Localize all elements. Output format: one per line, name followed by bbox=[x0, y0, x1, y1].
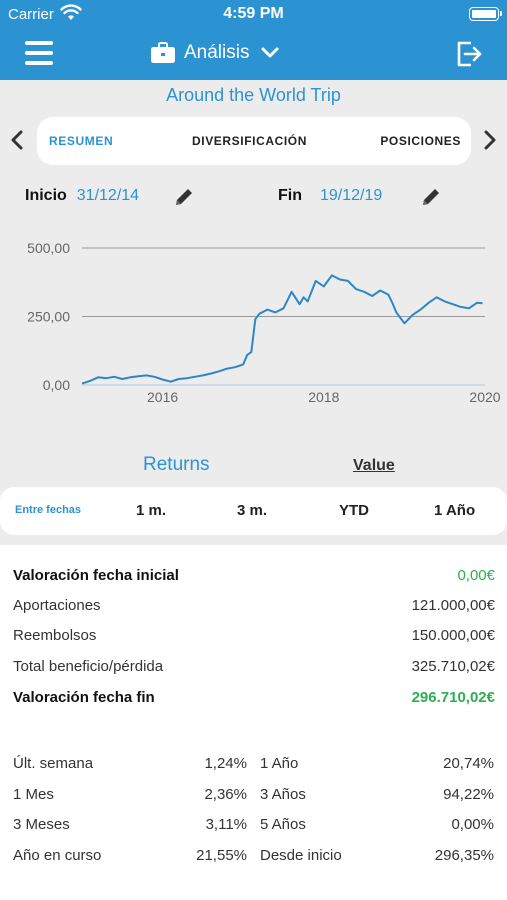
x-tick-label: 2020 bbox=[469, 389, 500, 405]
end-date: Fin 19/12/19 bbox=[278, 187, 382, 205]
tab-bar: RESUMEN DIVERSIFICACIÓN POSICIONES bbox=[37, 117, 471, 165]
return-value: 94,22% bbox=[443, 786, 494, 803]
period-entre-fechas[interactable]: Entre fechas bbox=[15, 504, 81, 516]
return-value: 2,36% bbox=[204, 786, 247, 803]
summary-value: 121.000,00€ bbox=[411, 597, 495, 614]
period-1-ano[interactable]: 1 Año bbox=[434, 502, 475, 519]
y-tick-label: 0,00 bbox=[43, 377, 70, 393]
return-label: Año en curso bbox=[13, 847, 102, 864]
summary-row: Reembolsos 150.000,00€ bbox=[13, 627, 495, 651]
return-value: 0,00% bbox=[451, 816, 494, 833]
start-date: Inicio 31/12/14 bbox=[25, 187, 139, 205]
end-date-label: Fin bbox=[278, 187, 302, 204]
portfolio-title: Around the World Trip bbox=[166, 85, 341, 105]
returns-toggle[interactable]: Returns bbox=[143, 454, 210, 476]
summary-row: Valoración fecha fin 296.710,02€ bbox=[13, 689, 495, 713]
summary-value: 296.710,02€ bbox=[411, 689, 495, 706]
start-date-label: Inicio bbox=[25, 187, 67, 204]
hamburger-menu-icon[interactable] bbox=[25, 41, 53, 65]
summary-label: Total beneficio/pérdida bbox=[13, 658, 164, 675]
briefcase-icon bbox=[151, 42, 175, 63]
y-tick-label: 250,00 bbox=[27, 309, 70, 325]
return-value: 3,11% bbox=[205, 816, 247, 833]
return-label: 3 Años bbox=[260, 786, 306, 803]
summary-label: Reembolsos bbox=[13, 627, 97, 644]
summary-row: Total beneficio/pérdida 325.710,02€ bbox=[13, 658, 495, 682]
period-ytd[interactable]: YTD bbox=[339, 502, 369, 519]
x-tick-label: 2018 bbox=[308, 389, 339, 405]
status-bar: Carrier 4:59 PM bbox=[0, 0, 507, 28]
tab-resumen[interactable]: RESUMEN bbox=[49, 134, 113, 148]
return-value: 1,24% bbox=[204, 755, 247, 772]
tab-diversificacion[interactable]: DIVERSIFICACIÓN bbox=[192, 134, 307, 148]
period-selector: Entre fechas 1 m. 3 m. YTD 1 Año bbox=[0, 487, 507, 535]
return-label: 1 Año bbox=[260, 755, 299, 772]
summary-value: 325.710,02€ bbox=[411, 658, 495, 675]
chevron-left-icon[interactable] bbox=[10, 129, 24, 151]
clock: 4:59 PM bbox=[223, 5, 284, 22]
y-tick-label: 500,00 bbox=[27, 240, 70, 256]
period-1m[interactable]: 1 m. bbox=[136, 502, 166, 519]
summary-value: 0,00€ bbox=[457, 567, 495, 584]
section-selector[interactable]: Análisis bbox=[150, 38, 279, 68]
summary-row: Valoración fecha inicial 0,00€ bbox=[13, 567, 495, 591]
tabs-row: RESUMEN DIVERSIFICACIÓN POSICIONES bbox=[0, 117, 507, 165]
edit-end-date-pencil-icon[interactable] bbox=[420, 186, 442, 208]
edit-start-date-pencil-icon[interactable] bbox=[173, 186, 195, 208]
return-value: 21,55% bbox=[196, 847, 247, 864]
summary-label: Valoración fecha fin bbox=[13, 689, 155, 706]
summary-value: 150.000,00€ bbox=[411, 627, 495, 644]
value-toggle[interactable]: Value bbox=[353, 457, 395, 475]
period-3m[interactable]: 3 m. bbox=[237, 502, 267, 519]
summary-row: Aportaciones 121.000,00€ bbox=[13, 597, 495, 621]
summary-label: Valoración fecha inicial bbox=[13, 567, 179, 584]
return-label: 3 Meses bbox=[13, 816, 70, 833]
value-chart: 0,00 250,00 500,00 2016 2018 2020 bbox=[0, 235, 507, 415]
tab-posiciones[interactable]: POSICIONES bbox=[380, 134, 461, 148]
nav-bar: Análisis bbox=[0, 28, 507, 80]
series-line bbox=[81, 274, 483, 385]
return-label: 1 Mes bbox=[13, 786, 54, 803]
chevron-right-icon[interactable] bbox=[483, 129, 497, 151]
x-tick-label: 2016 bbox=[147, 389, 178, 405]
return-value: 20,74% bbox=[443, 755, 494, 772]
value-line-chart: 0,00 250,00 500,00 2016 2018 2020 bbox=[27, 240, 501, 405]
return-label: Últ. semana bbox=[13, 755, 94, 772]
start-date-value: 31/12/14 bbox=[76, 187, 140, 204]
battery-icon bbox=[469, 7, 502, 21]
return-label: 5 Años bbox=[260, 816, 306, 833]
return-value: 296,35% bbox=[434, 847, 494, 864]
logout-icon[interactable] bbox=[455, 40, 483, 68]
section-title: Análisis bbox=[184, 42, 250, 63]
return-label: Desde inicio bbox=[260, 847, 342, 864]
chevron-down-icon bbox=[261, 47, 279, 58]
summary-label: Aportaciones bbox=[13, 597, 101, 614]
end-date-value: 19/12/19 bbox=[320, 187, 383, 204]
